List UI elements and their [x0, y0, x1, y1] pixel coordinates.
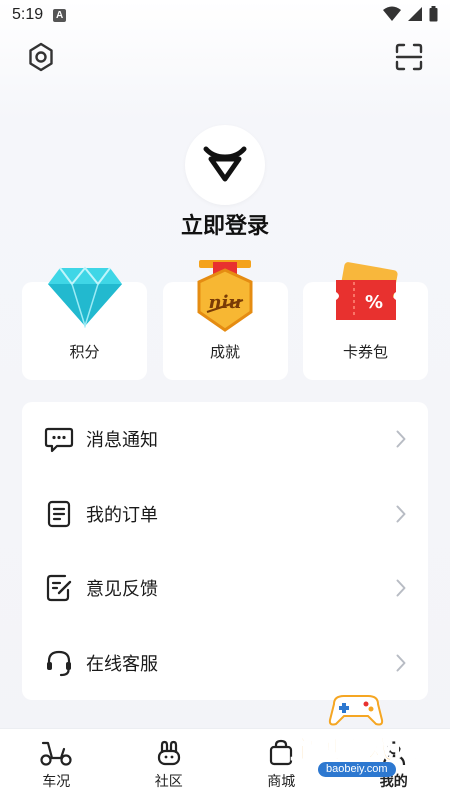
status-bar: 5:19 A — [0, 0, 450, 30]
tab-community[interactable]: 社区 — [113, 729, 226, 800]
menu-item-orders[interactable]: 我的订单 — [22, 477, 428, 552]
scooter-icon — [40, 741, 72, 766]
watermark-url: baobeiy.com — [318, 762, 396, 777]
menu-label-notifications: 消息通知 — [86, 430, 158, 452]
message-icon — [44, 424, 74, 454]
settings-button[interactable] — [24, 40, 58, 74]
diamond-icon — [47, 266, 122, 328]
scan-button[interactable] — [392, 40, 426, 74]
menu-item-feedback[interactable]: 意见反馈 — [22, 551, 428, 626]
card-achievements[interactable]: niu 成就 — [162, 260, 288, 380]
watermark-title: 宝贝游戏网 — [289, 735, 421, 765]
chevron-right-icon — [396, 579, 406, 597]
battery-icon — [429, 6, 438, 22]
wifi-icon — [383, 6, 401, 21]
feature-cards: 积分 niu 成就 % 卡券包 — [22, 260, 428, 380]
feedback-edit-icon — [44, 573, 74, 603]
chevron-right-icon — [396, 430, 406, 448]
card-points-label: 积分 — [69, 343, 100, 361]
menu-label-support: 在线客服 — [86, 653, 158, 675]
status-time: 5:19 — [12, 6, 44, 23]
order-list-icon — [44, 499, 74, 529]
watermark: 宝贝游戏网 baobeiy.com — [272, 690, 440, 782]
card-coupons-label: 卡券包 — [342, 343, 388, 361]
menu-label-orders: 我的订单 — [86, 504, 158, 526]
tab-vehicle-label: 车况 — [42, 774, 71, 790]
ticket-percent-text: % — [364, 292, 382, 313]
signal-icon — [408, 7, 422, 21]
menu-label-feedback: 意见反馈 — [86, 579, 158, 601]
card-coupons[interactable]: % 卡券包 — [303, 262, 428, 380]
achievement-medal-icon: niu — [197, 260, 253, 332]
menu-item-notifications[interactable]: 消息通知 — [22, 402, 428, 477]
card-points[interactable]: 积分 — [22, 266, 147, 380]
card-achievements-label: 成就 — [209, 343, 240, 361]
chevron-right-icon — [396, 505, 406, 523]
avatar[interactable] — [185, 125, 265, 205]
tab-vehicle[interactable]: 车况 — [0, 729, 113, 800]
headset-icon — [44, 648, 74, 678]
status-notification-badge: A — [53, 8, 67, 22]
status-icons — [383, 6, 438, 22]
tab-community-label: 社区 — [154, 774, 183, 790]
scan-icon — [395, 43, 423, 71]
chevron-right-icon — [396, 654, 406, 672]
menu-item-support[interactable]: 在线客服 — [22, 626, 428, 701]
menu-list: 消息通知 我的订单 意见反馈 在线客服 — [22, 402, 428, 700]
coupon-ticket-icon: % — [335, 262, 398, 320]
community-icon — [157, 740, 180, 766]
gamepad-icon — [328, 695, 384, 726]
niu-logo-icon — [203, 146, 247, 182]
gear-icon — [29, 42, 53, 72]
login-button[interactable]: 立即登录 — [0, 208, 450, 240]
